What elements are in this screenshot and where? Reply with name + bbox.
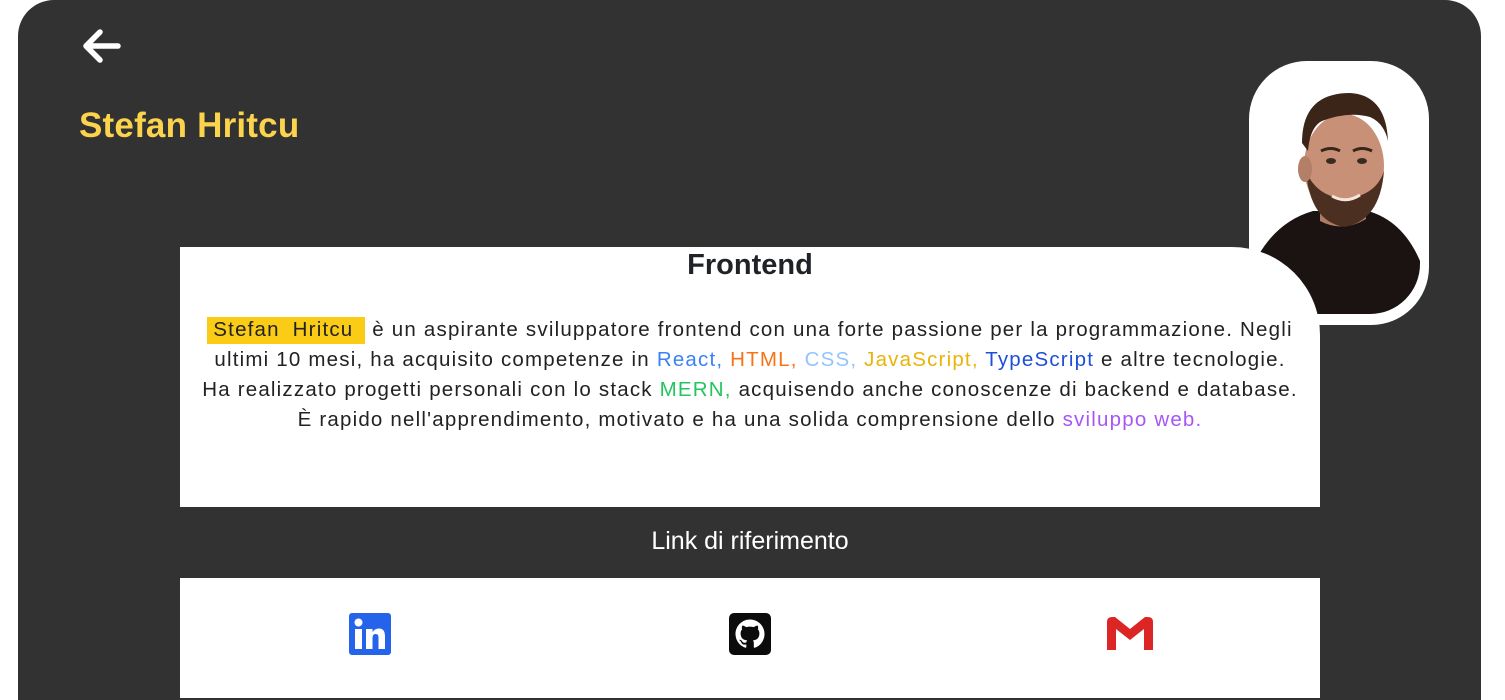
linkedin-icon[interactable] xyxy=(348,612,392,656)
about-card: Frontend Stefan Hritcu è un aspirante sv… xyxy=(180,247,1320,507)
highlighted-name: Stefan Hritcu xyxy=(207,317,366,344)
tech-web: sviluppo web. xyxy=(1062,408,1203,431)
links-title: Link di riferimento xyxy=(651,527,849,555)
tech-html: HTML, xyxy=(723,348,798,371)
tech-css: CSS, xyxy=(797,348,858,371)
bio-text: Stefan Hritcu è un aspirante sviluppator… xyxy=(200,315,1300,435)
tech-typescript: TypeScript xyxy=(978,348,1095,371)
profile-name: Stefan Hritcu xyxy=(79,106,300,145)
back-arrow-icon[interactable] xyxy=(80,28,124,68)
card-title: Frontend xyxy=(687,249,813,281)
github-icon[interactable] xyxy=(728,612,772,656)
tech-react: React, xyxy=(656,348,724,371)
tech-javascript: JavaScript, xyxy=(857,348,979,371)
tech-mern: MERN, xyxy=(659,378,732,401)
links-container xyxy=(180,578,1320,698)
gmail-icon[interactable] xyxy=(1105,612,1153,656)
